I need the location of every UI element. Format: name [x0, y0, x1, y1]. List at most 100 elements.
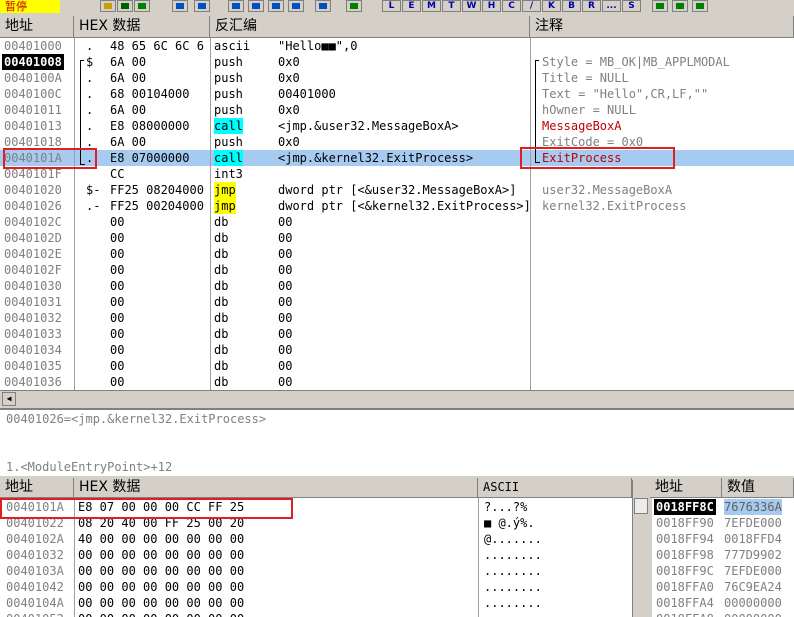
instruction-bytes: FF25 08204000: [110, 183, 204, 197]
scroll-left-icon[interactable]: ◀: [2, 392, 16, 406]
toolbar-letter-button[interactable]: M: [422, 0, 441, 12]
execute-till-return-icon[interactable]: [315, 0, 331, 12]
disasm-row[interactable]: 00401030 00 db 00: [0, 278, 794, 294]
run-icon[interactable]: [172, 0, 188, 12]
trace-into-icon[interactable]: [268, 0, 284, 12]
instruction-address: 0040102E: [4, 247, 62, 261]
disasm-row[interactable]: 00401035 00 db 00: [0, 358, 794, 374]
stack-row[interactable]: 0018FF8C 7676336A: [652, 499, 794, 515]
stack-row[interactable]: 0018FF98 777D9902: [652, 547, 794, 563]
stack-header-value[interactable]: 数值: [722, 478, 794, 498]
open-icon[interactable]: [100, 0, 116, 12]
disasm-row[interactable]: 00401033 00 db 00: [0, 326, 794, 342]
dump-ascii: ........: [484, 580, 542, 594]
dump-row[interactable]: 0040102A 40 00 00 00 00 00 00 00 @.......: [0, 531, 632, 547]
toolbar-letter-button[interactable]: B: [562, 0, 581, 12]
stack-header-address[interactable]: 地址: [650, 478, 722, 498]
dump-ascii: ........: [484, 564, 542, 578]
instruction-address: 00401011: [4, 103, 62, 117]
stack-row[interactable]: 0018FFA8 00000000: [652, 611, 794, 617]
disasm-row[interactable]: 0040102D 00 db 00: [0, 230, 794, 246]
dump-address: 0040104A: [6, 596, 64, 610]
dump-row[interactable]: 0040104A 00 00 00 00 00 00 00 00........: [0, 595, 632, 611]
disasm-row[interactable]: 0040100C. 68 00104000 push 00401000 Text = "…: [0, 86, 794, 102]
toolbar-letter-button[interactable]: C: [502, 0, 521, 12]
disasm-row[interactable]: 00401036 00 db 00: [0, 374, 794, 390]
disasm-row[interactable]: 00401020 $- FF25 08204000 jmp dword ptr [<&u…: [0, 182, 794, 198]
options-icon[interactable]: [672, 0, 688, 12]
flow-marker: .-: [86, 199, 101, 213]
help-icon[interactable]: [692, 0, 708, 12]
list-icon[interactable]: [652, 0, 668, 12]
disasm-row[interactable]: 0040102F 00 db 00: [0, 262, 794, 278]
disasm-row[interactable]: 0040102C 00 db 00: [0, 214, 794, 230]
trace-over-icon[interactable]: [288, 0, 304, 12]
instruction-bytes: 48 65 6C 6C 6: [110, 39, 204, 53]
stack-pane[interactable]: 0018FF8C 7676336A 0018FF90 7EFDE000 0018FF94…: [652, 498, 794, 617]
disasm-row[interactable]: 00401011. 6A 00 push 0x0 hOwner = NULL: [0, 102, 794, 118]
disasm-hscrollbar[interactable]: [0, 390, 794, 407]
disasm-row[interactable]: 0040102E 00 db 00: [0, 246, 794, 262]
toolbar-letter-button[interactable]: L: [382, 0, 401, 12]
stack-value: 00000000: [724, 596, 782, 610]
instruction-operand: <jmp.&kernel32.ExitProcess>: [278, 151, 474, 165]
stack-row[interactable]: 0018FF90 7EFDE000: [652, 515, 794, 531]
disasm-row[interactable]: 00401008 $6A 00 push 0x0 Style = MB_OK|MB_AP…: [0, 54, 794, 70]
disasm-header-hex[interactable]: HEX 数据: [74, 16, 210, 38]
disasm-row[interactable]: 0040100A. 6A 00 push 0x0 Title = NULL: [0, 70, 794, 86]
instruction-mnemonic: push: [214, 55, 243, 69]
toolbar-letter-button[interactable]: S: [622, 0, 641, 12]
disasm-row[interactable]: 00401026 .- FF25 00204000 jmp dword ptr [<&k…: [0, 198, 794, 214]
toolbar-letter-button[interactable]: T: [442, 0, 461, 12]
stack-row[interactable]: 0018FF94 0018FFD4: [652, 531, 794, 547]
disasm-header-address[interactable]: 地址: [0, 16, 74, 38]
instruction-operand: 00: [278, 231, 293, 245]
stack-row[interactable]: 0018FF9C 7EFDE000: [652, 563, 794, 579]
dump-row[interactable]: 00401032 00 00 00 00 00 00 00 00........: [0, 547, 632, 563]
disasm-row[interactable]: 00401034 00 db 00: [0, 342, 794, 358]
dump-header-hex[interactable]: HEX 数据: [74, 478, 478, 498]
instruction-address: 00401030: [4, 279, 62, 293]
instruction-mnemonic: int3: [214, 167, 243, 181]
toolbar-letter-button[interactable]: ...: [602, 0, 621, 12]
stack-row[interactable]: 0018FFA4 00000000: [652, 595, 794, 611]
dump-row[interactable]: 00401052 00 00 00 00 00 00 00 00........: [0, 611, 632, 617]
disasm-header-disasm[interactable]: 反汇编: [210, 16, 530, 38]
goto-icon[interactable]: [346, 0, 362, 12]
dump-row[interactable]: 0040103A 00 00 00 00 00 00 00 00........: [0, 563, 632, 579]
step-into-icon[interactable]: [228, 0, 244, 12]
toolbar-letter-button[interactable]: W: [462, 0, 481, 12]
toolbar-letter-button[interactable]: K: [542, 0, 561, 12]
disasm-header-comment[interactable]: 注释: [530, 16, 794, 38]
scroll-thumb[interactable]: [634, 498, 648, 514]
restart-icon[interactable]: [117, 0, 133, 12]
annotation-box-address: [3, 148, 97, 169]
toolbar-letter-button[interactable]: E: [402, 0, 421, 12]
flow-marker: .: [86, 119, 94, 133]
toolbar-letter-button[interactable]: R: [582, 0, 601, 12]
toolbar-letter-button[interactable]: /: [522, 0, 541, 12]
stack-value: 0018FFD4: [724, 532, 782, 546]
instruction-mnemonic: db: [214, 327, 229, 341]
annotation-box-dump: [0, 498, 293, 519]
disassembly-pane[interactable]: 00401000. 48 65 6C 6C 6 ascii "Hello■■",0 00…: [0, 38, 794, 390]
dump-row[interactable]: 00401042 00 00 00 00 00 00 00 00........: [0, 579, 632, 595]
instruction-mnemonic: db: [214, 343, 229, 357]
dump-header-ascii[interactable]: ASCII: [478, 478, 632, 498]
disasm-row[interactable]: 00401013. E8 08000000 call <jmp.&user32.Mes…: [0, 118, 794, 134]
disasm-row[interactable]: 00401031 00 db 00: [0, 294, 794, 310]
pause-icon[interactable]: [194, 0, 210, 12]
dump-address: 00401052: [6, 611, 64, 617]
close-icon[interactable]: [134, 0, 150, 12]
stack-row[interactable]: 0018FFA0 76C9EA24: [652, 579, 794, 595]
instruction-mnemonic: ascii: [214, 39, 251, 53]
dump-header-address[interactable]: 地址: [0, 478, 74, 498]
stack-address: 0018FFA0: [656, 580, 714, 594]
dump-bytes: 00 00 00 00 00 00 00 00: [78, 564, 245, 578]
disasm-row[interactable]: 00401032 00 db 00: [0, 310, 794, 326]
step-over-icon[interactable]: [248, 0, 264, 12]
hex-dump-pane[interactable]: 0040101A E8 07 00 00 00 CC FF 25?...?% 004…: [0, 498, 650, 617]
instruction-mnemonic: db: [214, 231, 229, 245]
toolbar-letter-button[interactable]: H: [482, 0, 501, 12]
disasm-row[interactable]: 00401000. 48 65 6C 6C 6 ascii "Hello■■",0: [0, 38, 794, 54]
